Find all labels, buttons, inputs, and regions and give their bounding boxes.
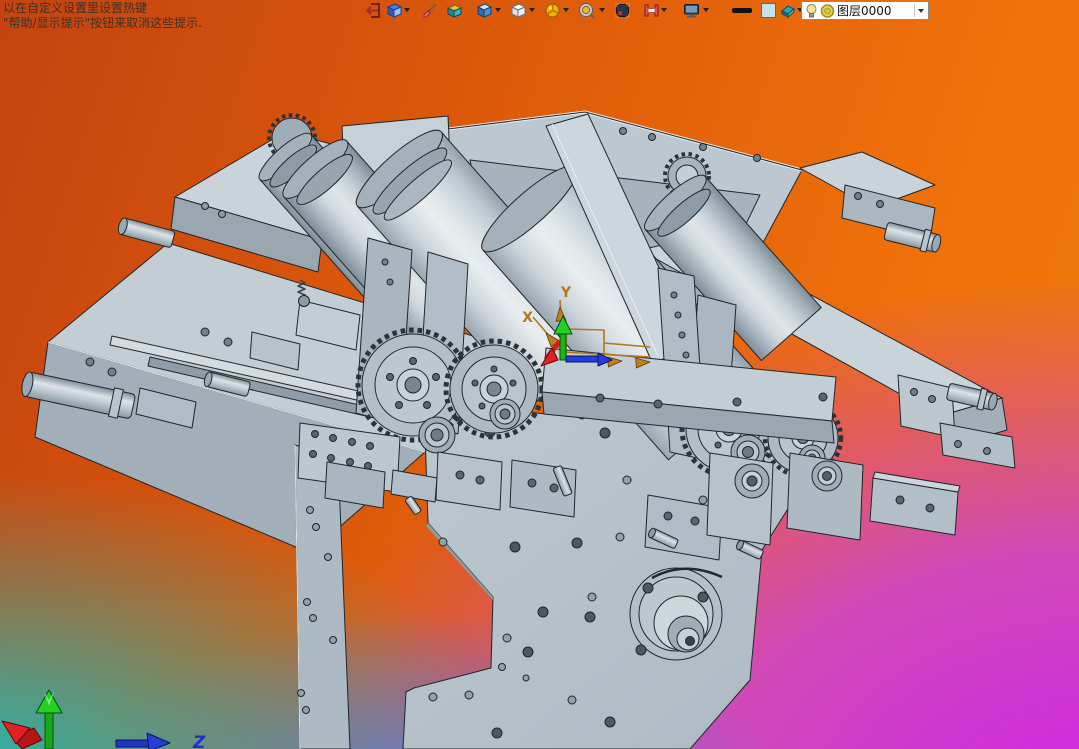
zoom-preview-dropdown-arrow[interactable]	[599, 8, 605, 12]
bearing-hub	[629, 567, 723, 661]
brush-icon[interactable]	[422, 2, 439, 19]
capture-frame-icon[interactable]	[614, 2, 631, 19]
endpoint-constraint-icon[interactable]	[643, 2, 660, 19]
color-swatch-icon[interactable]	[760, 2, 777, 19]
cube-blue-dropdown-arrow[interactable]	[495, 8, 501, 12]
line-width-icon[interactable]	[731, 2, 753, 19]
layer-combobox-value: 图层0000	[837, 4, 892, 18]
render-sphere-dropdown-arrow[interactable]	[563, 8, 569, 12]
cube-white-icon[interactable]	[510, 2, 527, 19]
cad-viewport-window: Z X Y 以在自定义设置里设置热键 "帮助/显示提示"按钮来取消这些提示. 图…	[0, 0, 1079, 749]
right-top-block	[799, 151, 942, 253]
layer-color-ring-icon	[820, 3, 835, 18]
render-sphere-icon[interactable]	[544, 2, 561, 19]
combobox-separator	[914, 4, 915, 17]
zoom-preview-icon[interactable]	[578, 2, 595, 19]
work-axis-y-label: Y	[560, 285, 572, 301]
eraser-icon[interactable]	[779, 2, 796, 19]
cube-blue-icon[interactable]	[476, 2, 493, 19]
display-mode-icon[interactable]	[683, 2, 700, 19]
component-icon[interactable]	[386, 2, 403, 19]
main-toolbar: 图层0000	[0, 0, 1079, 22]
cube-white-dropdown-arrow[interactable]	[529, 8, 535, 12]
layer-combobox-arrow[interactable]	[918, 8, 924, 13]
visibility-bulb-icon	[806, 3, 817, 17]
3d-viewport-canvas[interactable]: Z X Y	[0, 0, 1079, 749]
component-dropdown-arrow[interactable]	[404, 8, 410, 12]
view-orientation-triad: Z	[1, 689, 206, 749]
display-mode-dropdown-arrow[interactable]	[703, 8, 709, 12]
endpoint-dropdown-arrow[interactable]	[661, 8, 667, 12]
exit-icon[interactable]	[365, 2, 382, 19]
work-axis-x-label: X	[522, 310, 533, 326]
layer-combobox[interactable]: 图层0000	[801, 1, 929, 20]
material-box-icon[interactable]	[446, 2, 463, 19]
corner-axis-z-label: Z	[192, 733, 206, 749]
